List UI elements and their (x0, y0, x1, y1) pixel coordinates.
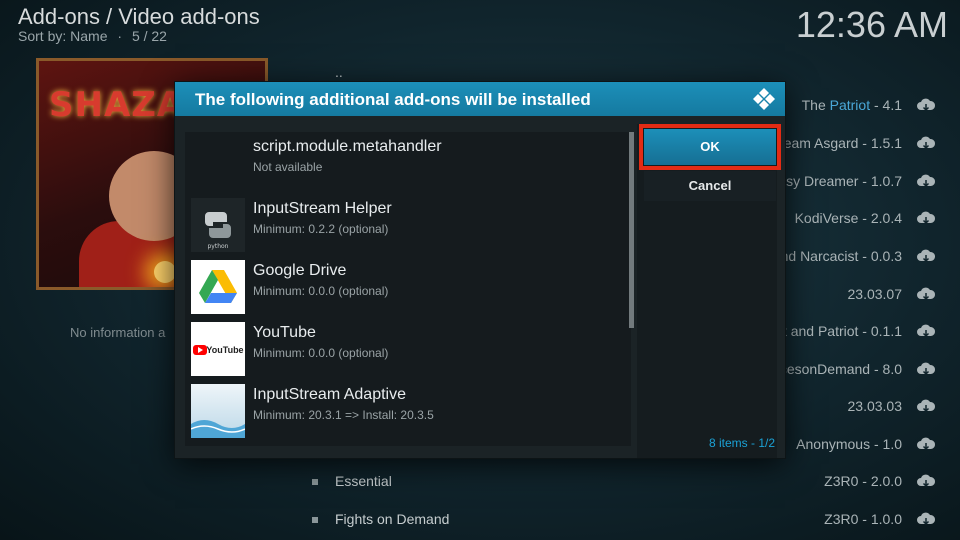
cloud-download-icon (917, 136, 936, 150)
list-position: 5 / 22 (131, 28, 167, 44)
item-title: YouTube (253, 324, 316, 341)
install-dependencies-dialog: The following additional add-ons will be… (175, 82, 785, 458)
item-title: Google Drive (253, 262, 347, 279)
items-count-prefix: 8 items - (708, 436, 759, 450)
ok-button[interactable]: OK (644, 129, 776, 165)
python-icon: python (191, 198, 245, 252)
list-item-author: Z3R0 - 2.0.0 (824, 473, 902, 489)
item-subtitle: Minimum: 20.3.1 => Install: 20.3.5 (253, 408, 434, 422)
item-subtitle: Minimum: 0.2.2 (optional) (253, 222, 389, 236)
list-bullet (312, 479, 318, 485)
item-subtitle: Minimum: 0.0.0 (optional) (253, 284, 389, 298)
list-item-author: KodiVerse - 2.0.4 (794, 210, 902, 226)
list-item[interactable]: Fights on Demand Z3R0 - 1.0.0 (300, 503, 948, 537)
item-title: script.module.metahandler (253, 138, 442, 155)
list-item-author: acesonDemand - 8.0 (772, 361, 902, 377)
cloud-download-icon (917, 249, 936, 263)
list-item-author: Z3R0 - 1.0.0 (824, 511, 902, 527)
item-subtitle: Minimum: 0.0.0 (optional) (253, 346, 389, 360)
list-item[interactable]: python InputStream Helper Minimum: 0.2.2… (185, 194, 631, 256)
no-information-text: No information a (70, 325, 166, 340)
kodi-logo-icon (753, 88, 775, 110)
list-item-author: and Narcacist - 0.0.3 (772, 248, 902, 264)
list-item-author: Team Asgard - 1.5.1 (776, 135, 902, 151)
items-page: 1/2 (758, 436, 775, 450)
poster-glow (154, 261, 176, 283)
dialog-header: The following additional add-ons will be… (175, 82, 785, 116)
sort-label: Sort by: Name (18, 28, 108, 44)
list-item[interactable]: YouTube YouTube Minimum: 0.0.0 (optional… (185, 318, 631, 380)
cloud-download-icon (917, 399, 936, 413)
list-item[interactable]: Essential Z3R0 - 2.0.0 (300, 465, 948, 499)
list-bullet (312, 517, 318, 523)
author-accent: Patriot (829, 97, 871, 113)
list-item[interactable]: InputStream Adaptive Minimum: 20.3.1 => … (185, 380, 631, 442)
list-item-author: ist and Patriot - 0.1.1 (772, 323, 902, 339)
item-title: InputStream Helper (253, 200, 392, 217)
items-count: 8 items - 1/2 (635, 436, 775, 450)
list-item[interactable]: Google Drive Minimum: 0.0.0 (optional) (185, 256, 631, 318)
list-item-author: Anonymous - 1.0 (796, 436, 902, 452)
sort-separator: · (117, 28, 123, 44)
list-item-name: Fights on Demand (335, 511, 450, 527)
list-item-author: 23.03.03 (847, 398, 903, 414)
blank-icon (191, 136, 245, 190)
wave-icon (191, 384, 245, 438)
cancel-button[interactable]: Cancel (644, 171, 776, 201)
version-text: - 4.1 (870, 97, 902, 113)
svg-text:python: python (208, 243, 229, 250)
breadcrumb: Add-ons / Video add-ons (18, 4, 260, 29)
item-title: InputStream Adaptive (253, 386, 406, 403)
dependency-list: script.module.metahandler Not available … (185, 132, 631, 446)
cloud-download-icon (917, 362, 936, 376)
parent-folder-item[interactable]: .. (335, 64, 343, 80)
cloud-download-icon (917, 174, 936, 188)
dialog-title: The following additional add-ons will be… (195, 90, 591, 109)
sort-info: Sort by: Name · 5 / 22 (18, 28, 167, 44)
author-text: The (801, 97, 830, 113)
cloud-download-icon (917, 437, 936, 451)
list-item[interactable]: script.module.metahandler Not available (185, 132, 631, 194)
list-item-author: The Patriot - 4.1 (802, 97, 902, 113)
google-drive-icon (191, 260, 245, 314)
cloud-download-icon (917, 512, 936, 526)
cloud-download-icon (917, 287, 936, 301)
cloud-download-icon (917, 211, 936, 225)
clock: 12:36 AM (795, 4, 948, 45)
cloud-download-icon (917, 474, 936, 488)
cloud-download-icon (917, 324, 936, 338)
poster-title: SHAZA (49, 85, 185, 125)
list-item-author: Xtasy Dreamer - 1.0.7 (765, 173, 902, 189)
scrollbar-thumb[interactable] (629, 132, 634, 328)
list-item-name: Essential (335, 473, 392, 489)
svg-text:YouTube: YouTube (206, 345, 243, 355)
youtube-icon: YouTube (191, 322, 245, 376)
list-item-author: 23.03.07 (847, 286, 903, 302)
cloud-download-icon (917, 98, 936, 112)
item-subtitle: Not available (253, 160, 323, 174)
